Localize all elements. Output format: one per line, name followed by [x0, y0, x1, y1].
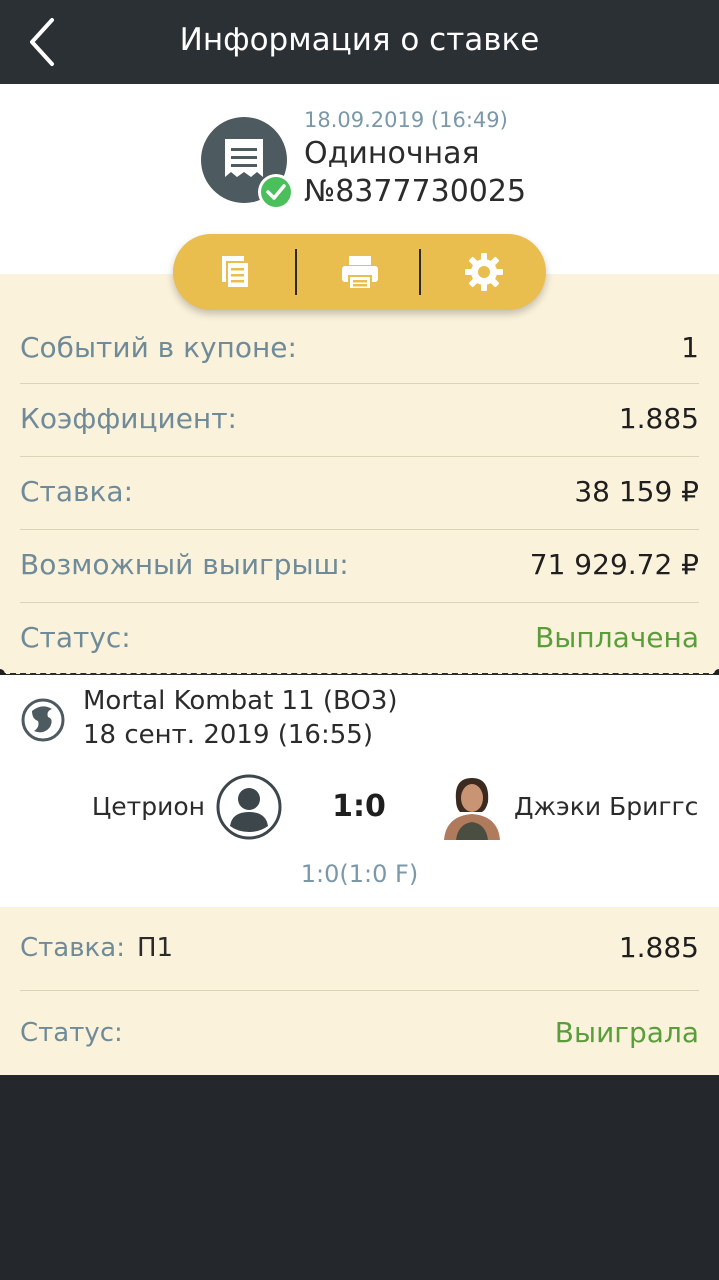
match-detail-score: 1:0(1:0 F) — [300, 860, 419, 888]
bet-type: Одиночная — [304, 136, 480, 171]
pick-status-label: Статус: — [20, 1018, 123, 1048]
page-title: Информация о ставке — [179, 22, 540, 58]
fighter-avatar — [438, 772, 504, 840]
settings-button[interactable] — [429, 234, 539, 310]
stake-label: Ставка: — [20, 475, 134, 508]
status-row: Статус: Выплачена — [20, 603, 699, 676]
copy-button[interactable] — [181, 234, 291, 310]
stake-row: Ставка: 38 159 ₽ — [20, 457, 699, 530]
check-icon — [258, 174, 294, 210]
pick-outcome: П1 — [137, 933, 174, 963]
pick-status-value: Выиграла — [554, 1016, 699, 1049]
match-score: 1:0 — [332, 789, 386, 824]
user-avatar-icon — [216, 774, 282, 840]
toolbar-divider — [419, 249, 421, 295]
action-toolbar — [173, 234, 546, 310]
copy-icon — [222, 256, 250, 289]
possible-win-label: Возможный выигрыш: — [20, 548, 349, 581]
event-date: 18 сент. 2019 (16:55) — [83, 720, 373, 750]
top-bar: Информация о ставке — [0, 0, 719, 84]
coefficient-row: Коэффициент: 1.885 — [20, 384, 699, 457]
print-icon — [342, 256, 378, 290]
status-label: Статус: — [20, 621, 131, 654]
events-count-row: Событий в купоне: 1 — [20, 311, 699, 384]
divider — [20, 990, 699, 991]
stake-value: 38 159 ₽ — [574, 475, 699, 508]
events-count-label: Событий в купоне: — [20, 331, 297, 364]
possible-win-row: Возможный выигрыш: 71 929.72 ₽ — [20, 530, 699, 603]
dragon-logo-icon — [20, 697, 66, 743]
status-value: Выплачена — [535, 621, 699, 654]
bet-date: 18.09.2019 (16:49) — [304, 108, 508, 132]
coefficient-value: 1.885 — [618, 402, 699, 435]
team1-name: Цетрион — [91, 792, 205, 821]
settings-icon — [465, 253, 503, 291]
bet-number: №8377730025 — [304, 174, 527, 209]
team2-name: Джэки Бриггс — [514, 792, 699, 821]
print-button[interactable] — [305, 234, 415, 310]
event-title: Mortal Kombat 11 (BO3) — [83, 686, 398, 716]
pick-coefficient: 1.885 — [618, 931, 699, 964]
events-count-value: 1 — [681, 331, 699, 364]
toolbar-divider — [295, 249, 297, 295]
possible-win-value: 71 929.72 ₽ — [529, 548, 699, 581]
coefficient-label: Коэффициент: — [20, 402, 237, 435]
pick-stake-label: Ставка: — [20, 933, 125, 963]
